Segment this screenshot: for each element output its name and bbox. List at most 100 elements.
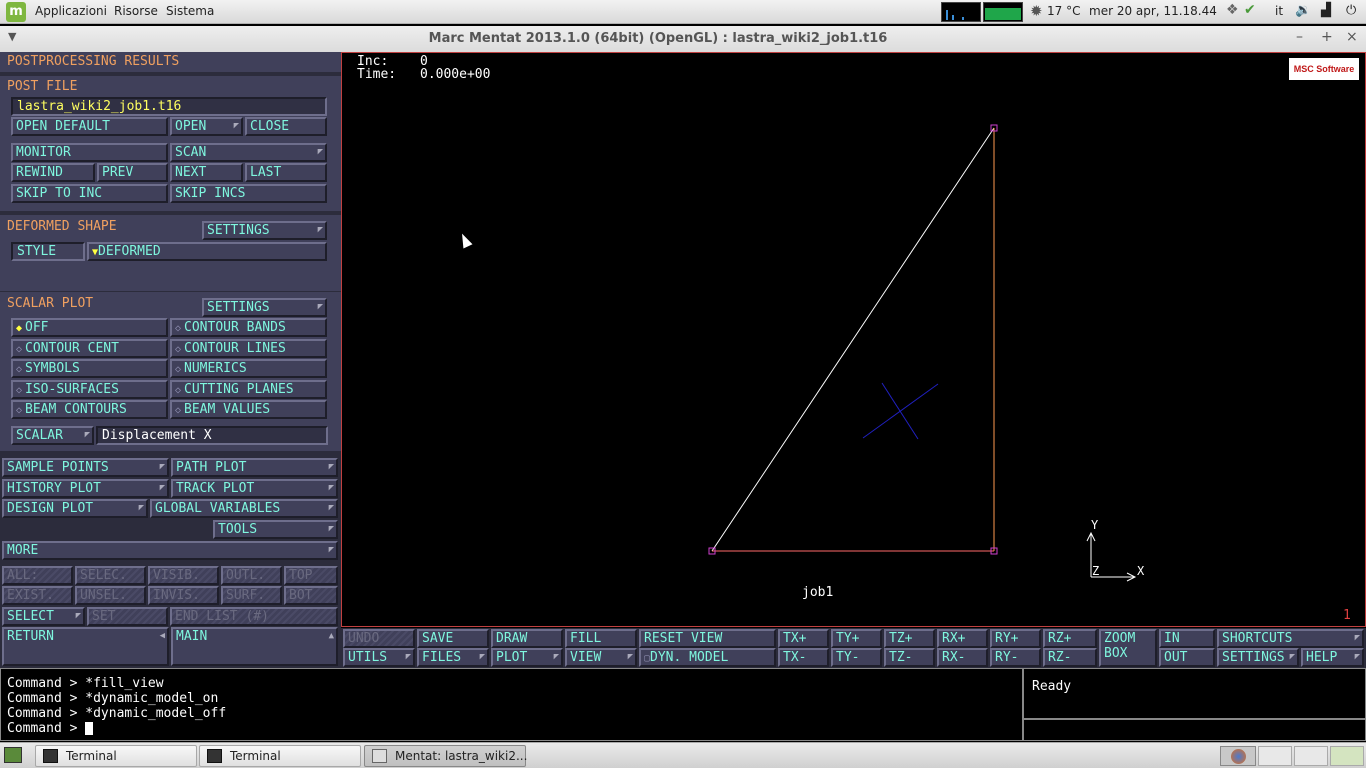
unselected-button[interactable]: UNSEL. (75, 586, 146, 605)
last-button[interactable]: LAST (245, 163, 327, 182)
volume-icon[interactable]: 🔉 (1295, 3, 1311, 18)
network-signal-icon[interactable]: ▟ (1321, 3, 1331, 18)
global-variables-button[interactable]: GLOBAL VARIABLES ◤ (150, 499, 338, 518)
graphics-viewport[interactable]: Inc: 0 Time: 0.000e+00 MSC Software Y X … (341, 52, 1366, 627)
command-area[interactable]: Command > *fill_view Command > *dynamic_… (0, 668, 1023, 741)
help-button[interactable]: HELP ◤ (1301, 648, 1364, 667)
return-button[interactable]: RETURN ◀ (2, 627, 169, 666)
show-desktop-icon[interactable] (4, 747, 22, 763)
close-icon[interactable]: × (1346, 29, 1358, 45)
skip-to-inc-button[interactable]: SKIP TO INC (11, 184, 168, 203)
taskbar-item-mentat[interactable]: Mentat: lastra_wiki2... (364, 745, 527, 767)
scalar-button[interactable]: SCALAR ◤ (11, 426, 94, 445)
menu-places[interactable]: Risorse (114, 4, 158, 18)
tools-button[interactable]: TOOLS ◤ (213, 520, 338, 539)
scalar-option-iso-surfaces[interactable]: ◇ ISO-SURFACES (11, 380, 168, 399)
command-input-line[interactable]: Command > (7, 721, 1016, 736)
scan-button[interactable]: SCAN ◤ (170, 143, 327, 162)
ry-plus-button[interactable]: RY+ (990, 629, 1041, 648)
shortcuts-button[interactable]: SHORTCUTS ◤ (1217, 629, 1364, 648)
rz-plus-button[interactable]: RZ+ (1043, 629, 1097, 648)
zoom-in-button[interactable]: IN (1159, 629, 1215, 648)
track-plot-button[interactable]: TRACK PLOT ◤ (171, 479, 338, 498)
taskbar-item-terminal-2[interactable]: Terminal (199, 745, 361, 767)
weather-temp[interactable]: 17 °C (1047, 4, 1080, 18)
open-default-button[interactable]: OPEN DEFAULT (11, 117, 168, 136)
mint-logo-icon[interactable]: m (6, 2, 26, 22)
scalar-option-numerics[interactable]: ◇ NUMERICS (170, 359, 327, 378)
tx-minus-button[interactable]: TX- (778, 648, 829, 667)
rewind-button[interactable]: REWIND (11, 163, 95, 182)
rx-minus-button[interactable]: RX- (937, 648, 988, 667)
files-button[interactable]: FILES ◤ (417, 648, 489, 667)
keyboard-layout[interactable]: it (1275, 4, 1283, 18)
clock[interactable]: mer 20 apr, 11.18.44 (1089, 4, 1217, 18)
draw-button[interactable]: DRAW (491, 629, 563, 648)
more-button[interactable]: MORE ◤ (2, 541, 338, 560)
zoom-out-button[interactable]: OUT (1159, 648, 1215, 667)
menu-system[interactable]: Sistema (166, 4, 214, 18)
weather-icon[interactable]: ✹ (1030, 2, 1043, 20)
bottom-button[interactable]: BOT (284, 586, 338, 605)
settings-button[interactable]: SETTINGS ◤ (1217, 648, 1299, 667)
skip-incs-button[interactable]: SKIP INCS (170, 184, 327, 203)
close-button[interactable]: CLOSE (245, 117, 327, 136)
workspace-3[interactable] (1294, 746, 1328, 766)
scalar-option-cutting-planes[interactable]: ◇ CUTTING PLANES (170, 380, 327, 399)
power-menu-icon[interactable]: ⏻ (1346, 3, 1356, 18)
maximize-icon[interactable]: + (1321, 29, 1333, 45)
dyn-model-toggle[interactable]: ▢DYN. MODEL (639, 648, 776, 667)
set-button[interactable]: SET (87, 607, 168, 626)
view-button[interactable]: VIEW ◤ (565, 648, 637, 667)
reset-view-button[interactable]: RESET VIEW (639, 629, 776, 648)
scalar-option-contour-bands[interactable]: ◇ CONTOUR BANDS (170, 318, 327, 337)
undo-button[interactable]: UNDO (343, 629, 415, 648)
sample-points-button[interactable]: SAMPLE POINTS ◤ (2, 458, 169, 477)
workspace-4[interactable] (1330, 746, 1364, 766)
rx-plus-button[interactable]: RX+ (937, 629, 988, 648)
taskbar-item-terminal-1[interactable]: Terminal (35, 745, 197, 767)
prev-button[interactable]: PREV (97, 163, 168, 182)
scalar-option-symbols[interactable]: ◇ SYMBOLS (11, 359, 168, 378)
main-button[interactable]: MAIN ▲ (171, 627, 338, 666)
design-plot-button[interactable]: DESIGN PLOT ◤ (2, 499, 148, 518)
ty-minus-button[interactable]: TY- (831, 648, 882, 667)
open-button[interactable]: OPEN ◤ (170, 117, 243, 136)
scalar-option-beam-values[interactable]: ◇ BEAM VALUES (170, 400, 327, 419)
scalar-value-field[interactable]: Displacement X (96, 426, 328, 445)
tz-minus-button[interactable]: TZ- (884, 648, 935, 667)
end-list-button[interactable]: END LIST (#) (170, 607, 338, 626)
deformed-settings-button[interactable]: SETTINGS ◤ (202, 221, 327, 240)
select-button[interactable]: SELECT ◤ (2, 607, 85, 626)
outline-button[interactable]: OUTL. (221, 566, 282, 585)
monitor-button[interactable]: MONITOR (11, 143, 168, 162)
ty-plus-button[interactable]: TY+ (831, 629, 882, 648)
scalar-option-contour-cent[interactable]: ◇ CONTOUR CENT (11, 339, 168, 358)
scalar-settings-button[interactable]: SETTINGS ◤ (202, 298, 327, 317)
memory-monitor-graph[interactable] (983, 2, 1023, 22)
surface-button[interactable]: SURF. (221, 586, 282, 605)
scalar-option-contour-lines[interactable]: ◇ CONTOUR LINES (170, 339, 327, 358)
ry-minus-button[interactable]: RY- (990, 648, 1041, 667)
dropbox-icon[interactable]: ❖ (1226, 2, 1239, 18)
minimize-icon[interactable]: – (1296, 29, 1303, 45)
tz-plus-button[interactable]: TZ+ (884, 629, 935, 648)
workspace-1-firefox-icon[interactable] (1220, 746, 1256, 766)
tx-plus-button[interactable]: TX+ (778, 629, 829, 648)
history-plot-button[interactable]: HISTORY PLOT ◤ (2, 479, 169, 498)
style-dropdown[interactable]: ▼DEFORMED (87, 242, 327, 261)
exist-button[interactable]: EXIST. (2, 586, 73, 605)
plot-button[interactable]: PLOT ◤ (491, 648, 563, 667)
zoom-box-button[interactable]: ZOOM BOX (1099, 629, 1157, 667)
scalar-option-beam-contours[interactable]: ◇ BEAM CONTOURS (11, 400, 168, 419)
post-file-name[interactable]: lastra_wiki2_job1.t16 (11, 97, 327, 116)
selected-button[interactable]: SELEC. (75, 566, 146, 585)
top-button[interactable]: TOP (284, 566, 338, 585)
save-button[interactable]: SAVE (417, 629, 489, 648)
scalar-option-off[interactable]: ◆ OFF (11, 318, 168, 337)
rz-minus-button[interactable]: RZ- (1043, 648, 1097, 667)
utils-button[interactable]: UTILS ◤ (343, 648, 415, 667)
menu-applications[interactable]: Applicazioni (35, 4, 107, 18)
next-button[interactable]: NEXT (170, 163, 243, 182)
window-title-bar[interactable]: ▼ Marc Mentat 2013.1.0 (64bit) (OpenGL) … (0, 26, 1366, 52)
